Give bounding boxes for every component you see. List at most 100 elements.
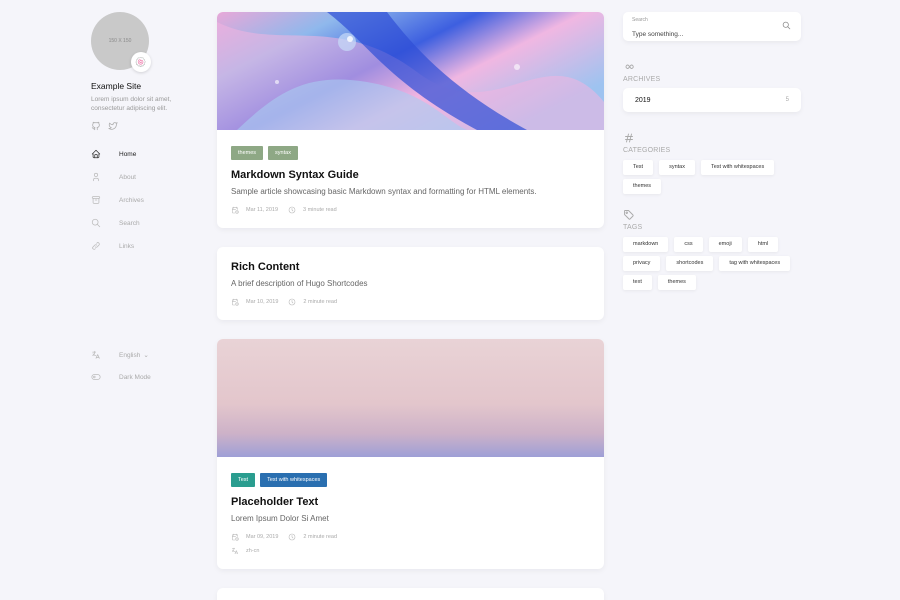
- category-chip[interactable]: Test with whitespaces: [701, 160, 775, 175]
- avatar-emoji-badge[interactable]: 🍥: [131, 52, 151, 72]
- category-chip[interactable]: syntax: [659, 160, 695, 175]
- github-icon[interactable]: [91, 121, 101, 131]
- main-menu: Home About Archives Search Links: [91, 143, 201, 258]
- article-card[interactable]: themes syntax Markdown Syntax Guide Samp…: [217, 12, 604, 228]
- archive-count: 5: [785, 97, 789, 103]
- search-label: Search: [632, 17, 648, 23]
- article-card[interactable]: Rich Content A brief description of Hugo…: [217, 247, 604, 320]
- avatar-placeholder-text: 150 X 150: [108, 38, 132, 44]
- categories-list: Test syntax Test with whitespaces themes: [623, 160, 801, 194]
- article-card[interactable]: Test Test with whitespaces Placeholder T…: [217, 339, 604, 569]
- tag-themes[interactable]: themes: [231, 146, 264, 160]
- clock-icon: [289, 298, 296, 306]
- article-body: themes syntax Markdown Syntax Guide Samp…: [217, 130, 604, 228]
- article-tags: Test Test with whitespaces: [231, 473, 590, 487]
- tags-title: TAGS: [623, 224, 643, 231]
- article-read-time: 2 minute read: [303, 299, 338, 305]
- article-title[interactable]: Markdown Syntax Guide: [231, 169, 590, 181]
- article-read-time: 3 minute read: [303, 207, 337, 213]
- article-tags: themes syntax: [231, 146, 590, 160]
- menu-item-home[interactable]: Home: [91, 143, 201, 166]
- clock-icon: [288, 206, 296, 214]
- menu-item-label: Links: [119, 242, 135, 250]
- twitter-icon[interactable]: [108, 121, 118, 131]
- left-sidebar: 150 X 150 🍥 Example Site Lorem ipsum dol…: [91, 12, 201, 258]
- archive-icon: [91, 196, 101, 204]
- hash-icon: [625, 133, 633, 143]
- translation-link[interactable]: zh-cn: [246, 548, 259, 554]
- tag-syntax[interactable]: syntax: [268, 146, 298, 160]
- article-date: Mar 09, 2019: [246, 534, 279, 540]
- article-cover-image[interactable]: [217, 339, 604, 457]
- tag-chip[interactable]: emoji: [708, 237, 742, 252]
- dark-mode-toggle[interactable]: Dark Mode: [91, 366, 151, 388]
- tag-chip[interactable]: privacy: [623, 256, 661, 271]
- language-icon: [232, 547, 238, 554]
- archive-year-2019[interactable]: 2019 5: [623, 88, 801, 112]
- site-description: Lorem ipsum dolor sit amet, consectetur …: [91, 96, 172, 112]
- link-icon: [92, 242, 100, 250]
- dark-mode-label: Dark Mode: [119, 373, 151, 381]
- tag-test-with-whitespaces[interactable]: Test with whitespaces: [260, 473, 328, 487]
- chevron-down-icon: ⌄: [143, 352, 149, 359]
- clock-icon: [289, 533, 296, 541]
- article-meta: Mar 09, 2019 2 minute read: [231, 533, 590, 541]
- article-read-time: 2 minute read: [303, 534, 338, 540]
- calendar-icon: [232, 533, 239, 541]
- language-selector[interactable]: English ⌄: [91, 344, 151, 366]
- menu-item-archives[interactable]: Archives: [91, 189, 201, 212]
- article-description: Lorem Ipsum Dolor Si Amet: [231, 514, 329, 523]
- tag-chip[interactable]: markdown: [623, 237, 669, 252]
- tag-chip[interactable]: tag with whitespaces: [719, 256, 791, 271]
- search-input[interactable]: [632, 31, 772, 38]
- archive-year: 2019: [635, 96, 651, 104]
- calendar-icon: [232, 206, 239, 214]
- article-date: Mar 11, 2019: [246, 207, 279, 213]
- calendar-icon: [232, 298, 239, 306]
- home-icon: [91, 149, 101, 159]
- user-icon: [93, 172, 99, 182]
- menu-item-about[interactable]: About: [91, 166, 201, 189]
- menu-item-label: Archives: [119, 196, 144, 204]
- search-widget: Search: [623, 12, 801, 41]
- tag-test[interactable]: Test: [231, 473, 256, 487]
- archives-title: ARCHIVES: [623, 76, 661, 83]
- menu-item-search[interactable]: Search: [91, 212, 201, 235]
- article-card[interactable]: [217, 588, 604, 600]
- article-date: Mar 10, 2019: [246, 299, 279, 305]
- tag-chip[interactable]: css: [674, 237, 703, 252]
- category-chip[interactable]: themes: [623, 179, 662, 194]
- article-meta: Mar 10, 2019 2 minute read: [231, 298, 590, 306]
- infinity-icon: [625, 64, 634, 69]
- article-list: themes syntax Markdown Syntax Guide Samp…: [217, 12, 604, 600]
- article-description: Sample article showcasing basic Markdown…: [231, 187, 537, 196]
- tags-list: markdown css emoji html privacy shortcod…: [623, 237, 801, 290]
- tag-chip[interactable]: themes: [657, 275, 696, 290]
- article-cover-image[interactable]: [217, 12, 604, 130]
- right-sidebar: Search ARCHIVES 2019 5 CATEGORIES Test s…: [623, 12, 801, 290]
- menu-item-label: Home: [119, 150, 137, 158]
- site-name: Example Site: [91, 81, 142, 91]
- article-meta: Mar 11, 2019 3 minute read: [231, 206, 590, 214]
- menu-item-label: About: [119, 173, 136, 181]
- categories-title: CATEGORIES: [623, 147, 671, 154]
- menu-item-links[interactable]: Links: [91, 235, 201, 258]
- language-icon: [92, 350, 100, 359]
- menu-item-label: Search: [119, 219, 140, 227]
- avatar-wrapper: 150 X 150 🍥: [91, 12, 151, 72]
- tag-icon: [624, 210, 634, 220]
- article-body: Rich Content A brief description of Hugo…: [217, 247, 604, 320]
- tag-chip[interactable]: html: [747, 237, 779, 252]
- toggle-icon: [91, 374, 101, 380]
- article-title[interactable]: Rich Content: [231, 261, 590, 273]
- article-title[interactable]: Placeholder Text: [231, 496, 590, 508]
- search-icon: [91, 218, 101, 228]
- bottom-menu: English ⌄ Dark Mode: [91, 344, 151, 388]
- social-links: [91, 121, 201, 131]
- tag-chip[interactable]: text: [623, 275, 652, 290]
- language-label: English: [119, 351, 141, 359]
- search-icon[interactable]: [782, 21, 791, 30]
- category-chip[interactable]: Test: [623, 160, 654, 175]
- article-body: Test Test with whitespaces Placeholder T…: [217, 457, 604, 569]
- tag-chip[interactable]: shortcodes: [666, 256, 714, 271]
